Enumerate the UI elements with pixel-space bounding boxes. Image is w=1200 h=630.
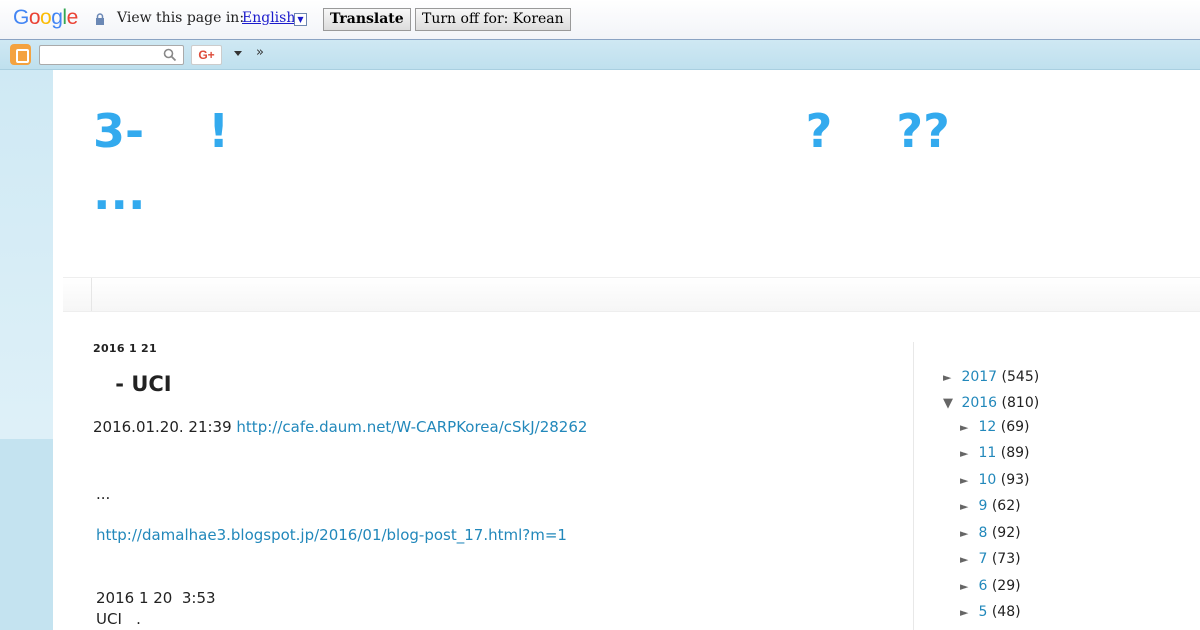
archive-count: (93) [1000,472,1030,488]
post-text: ... [96,485,111,503]
post-title[interactable]: - UCI [108,372,171,396]
google-logo-letter: e [66,6,79,29]
archive-count: (69) [1000,419,1030,435]
archive-count: (48) [991,604,1021,620]
post-meta: 2016.01.20. 21:39 http://cafe.daum.net/W… [93,418,587,436]
archive-count: (89) [1000,445,1030,461]
chevron-down-icon[interactable] [234,51,242,56]
google-logo: Google [13,6,78,30]
google-logo-letter: o [40,6,52,29]
google-logo-letter: g [51,6,63,29]
google-logo-letter: o [28,6,41,29]
expand-arrow-icon[interactable]: ► [960,553,974,566]
view-page-label: View this page in: [117,10,245,26]
blogger-icon[interactable] [10,44,31,65]
google-logo-letter: G [13,6,29,29]
archive-count: (92) [991,525,1021,541]
search-icon[interactable] [163,48,177,62]
archive-month-item[interactable]: ► 11 (89) [960,445,1029,461]
blog-title[interactable]: 3- ! ? ?? [93,103,950,159]
expand-arrow-icon[interactable]: ► [960,447,974,460]
post-date: 2016 1 21 [93,342,157,355]
archive-count: (73) [991,551,1021,567]
archive-year-item[interactable]: ▼ 2016 (810) [943,395,1039,411]
more-menu-button[interactable]: » [256,45,264,60]
archive-month-item[interactable]: ► 9 (62) [960,498,1021,514]
archive-month-link[interactable]: 12 [978,419,996,435]
archive-year-link[interactable]: 2016 [961,395,997,411]
archive-month-link[interactable]: 8 [978,525,987,541]
archive-count: (62) [991,498,1021,514]
archive-month-item[interactable]: ► 7 (73) [960,551,1021,567]
google-plus-button[interactable]: G+ [191,45,222,65]
archive-month-item[interactable]: ► 12 (69) [960,419,1029,435]
blogger-navbar: G+ [0,40,1200,70]
expand-arrow-icon[interactable]: ► [960,527,974,540]
archive-month-link[interactable]: 9 [978,498,987,514]
archive-month-item[interactable]: ► 5 (48) [960,604,1021,620]
archive-year-item[interactable]: ► 2017 (545) [943,369,1039,385]
collapse-arrow-icon[interactable]: ▼ [943,396,957,411]
turn-off-translation-button[interactable]: Turn off for: Korean [415,8,571,31]
blog-post-link[interactable]: http://damalhae3.blogspot.jp/2016/01/blo… [96,526,567,544]
chevron-down-icon[interactable]: ▼ [294,13,307,26]
archive-month-link[interactable]: 5 [978,604,987,620]
archive-month-link[interactable]: 7 [978,551,987,567]
lock-icon [96,13,104,25]
archive-month-link[interactable]: 6 [978,578,987,594]
language-select[interactable]: English [242,10,295,26]
blog-title-continued[interactable]: ... [93,165,145,221]
archive-year-link[interactable]: 2017 [961,369,997,385]
divider [91,278,92,311]
translate-bar: Google View this page in: English ▼ Tran… [0,0,1200,40]
background-strip [0,439,53,630]
expand-arrow-icon[interactable]: ► [960,500,974,513]
archive-month-item[interactable]: ► 10 (93) [960,472,1029,488]
expand-arrow-icon[interactable]: ► [960,421,974,434]
post-meta-text: 2016.01.20. 21:39 [93,418,237,436]
source-link[interactable]: http://cafe.daum.net/W-CARPKorea/cSkJ/28… [236,418,587,436]
archive-month-item[interactable]: ► 8 (92) [960,525,1021,541]
expand-arrow-icon[interactable]: ► [960,580,974,593]
archive-count: (810) [1001,395,1040,411]
expand-arrow-icon[interactable]: ► [960,606,974,619]
archive-count: (29) [991,578,1021,594]
archive-month-link[interactable]: 10 [978,472,996,488]
post-text: UCI . [96,610,141,628]
translate-button[interactable]: Translate [323,8,411,31]
archive-count: (545) [1001,369,1040,385]
archive-month-link[interactable]: 11 [978,445,996,461]
expand-arrow-icon[interactable]: ► [960,474,974,487]
expand-arrow-icon[interactable]: ► [943,371,957,384]
tabs-bar [63,277,1200,312]
sidebar-divider [913,342,914,630]
post-text: 2016 1 20 3:53 [96,589,216,607]
archive-month-item[interactable]: ► 6 (29) [960,578,1021,594]
